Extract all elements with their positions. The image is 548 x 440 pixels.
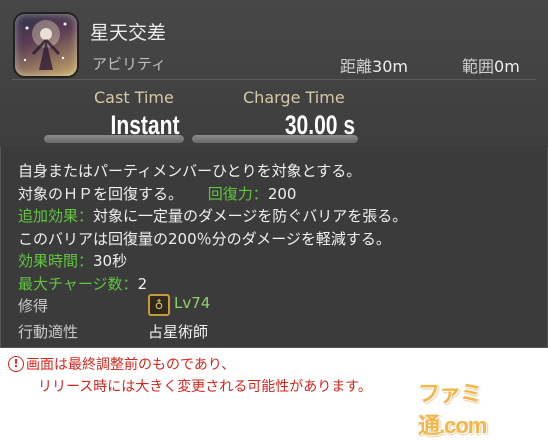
charge-time-label: Charge Time (243, 88, 345, 107)
desc-duration-value: 30秒 (93, 252, 128, 270)
desc-line-3: 追加効果：対象に一定量のダメージを防ぐバリアを張る。 (18, 205, 538, 228)
notice-line-1: 画面は最終調整前のものであり、 (26, 357, 236, 373)
affinity-value: 占星術師 (148, 323, 209, 341)
cast-time-label: Cast Time (94, 88, 174, 107)
radius-label: 範囲 (462, 57, 495, 76)
radius-value: 0m (494, 57, 520, 76)
acquired-level: Lv74 (174, 294, 211, 312)
range-stat: 距離30m (340, 53, 408, 77)
disclaimer-notice: ! 画面は最終調整前のものであり、 リリース時には大きく変更される可能性がありま… (0, 348, 548, 438)
notice-line-2: リリース時には大きく変更される可能性があります。 (38, 379, 372, 395)
astrologian-job-icon: ♁ (148, 294, 170, 316)
action-description: 自身またはパーティメンバーひとりを対象とする。 対象のＨＰを回復する。 回復力：… (18, 160, 538, 295)
desc-heal-text: 対象のＨＰを回復する。 (18, 184, 184, 203)
action-type: アビリティ (92, 55, 167, 73)
desc-line-6: 最大チャージ数：2 (18, 273, 538, 296)
desc-additional-effect-text: 対象に一定量のダメージを防ぐバリアを張る。 (93, 207, 408, 225)
cast-time-bar-fill (44, 135, 184, 143)
desc-line-1: 自身またはパーティメンバーひとりを対象とする。 (18, 162, 362, 180)
warning-icon: ! (8, 356, 24, 372)
affinity-label: 行動適性 (18, 323, 79, 341)
desc-line-2: 対象のＨＰを回復する。 回復力：200 (18, 183, 538, 206)
action-name: 星天交差 (90, 22, 167, 44)
action-tooltip: 星天交差 アビリティ 距離30m 範囲0m Cast Time Instant … (0, 0, 548, 348)
cast-time-bar (44, 135, 184, 143)
desc-potency-value: 200 (267, 184, 297, 203)
desc-duration-label: 効果時間： (18, 252, 94, 270)
desc-potency-label: 回復力： (207, 184, 268, 203)
desc-max-charges-label: 最大チャージ数： (18, 274, 138, 293)
desc-additional-effect-label: 追加効果： (18, 207, 94, 225)
watermark-logo: ファミ通.com (418, 381, 487, 438)
desc-max-charges-value: 2 (137, 274, 148, 293)
acquired-label: 修得 (18, 297, 49, 315)
radius-stat: 範囲0m (462, 53, 520, 77)
charge-time-bar (192, 135, 358, 143)
desc-line-5: 効果時間：30秒 (18, 250, 538, 273)
range-value: 30m (372, 57, 408, 76)
range-label: 距離 (340, 57, 373, 76)
desc-line-4: このバリアは回復量の200％分のダメージを軽減する。 (18, 229, 391, 248)
star-sign-icon (15, 14, 77, 76)
charge-time-bar-fill (192, 135, 358, 143)
header-divider (12, 79, 536, 80)
